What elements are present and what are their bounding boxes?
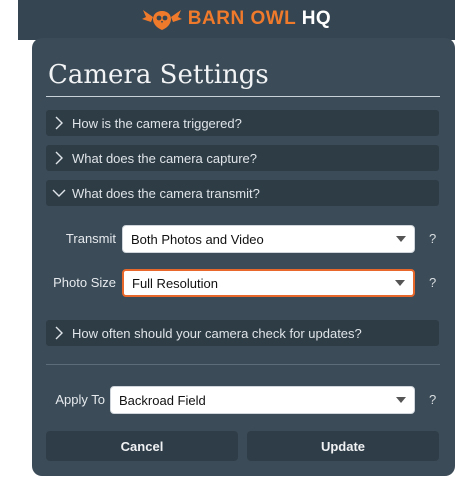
dropdown-arrow-icon <box>396 397 406 403</box>
transmit-row: Transmit Both Photos and Video ? <box>32 225 455 255</box>
brand-logo: BARN OWL HQ <box>18 4 455 34</box>
brand-name-suffix: HQ <box>301 8 332 29</box>
brand-name-main: BARN OWL <box>187 8 296 29</box>
apply-to-select[interactable]: Backroad Field <box>110 386 415 414</box>
brand-name: BARN OWL HQ <box>188 8 331 30</box>
chevron-right-icon <box>46 116 72 130</box>
section-label: How often should your camera check for u… <box>72 325 362 341</box>
dropdown-arrow-icon <box>396 236 406 242</box>
section-trigger[interactable]: How is the camera triggered? <box>46 110 439 136</box>
photo-size-select[interactable]: Full Resolution <box>122 269 415 297</box>
transmit-select[interactable]: Both Photos and Video <box>122 225 415 253</box>
section-divider <box>46 364 440 365</box>
photo-size-label: Photo Size <box>53 275 116 290</box>
transmit-value: Both Photos and Video <box>131 231 264 247</box>
update-button[interactable]: Update <box>247 431 439 461</box>
section-label: How is the camera triggered? <box>72 115 242 131</box>
top-bar: BARN OWL HQ <box>18 0 455 40</box>
camera-settings-dialog: Camera Settings How is the camera trigge… <box>32 38 455 476</box>
section-updates[interactable]: How often should your camera check for u… <box>46 320 439 346</box>
section-transmit[interactable]: What does the camera transmit? <box>46 180 439 206</box>
section-label: What does the camera capture? <box>72 150 257 166</box>
transmit-help-icon[interactable]: ? <box>429 225 436 253</box>
photo-size-value: Full Resolution <box>132 275 218 291</box>
photo-size-row: Photo Size Full Resolution ? <box>32 269 455 299</box>
apply-to-value: Backroad Field <box>119 392 206 408</box>
cancel-button[interactable]: Cancel <box>46 431 238 461</box>
dialog-title: Camera Settings <box>48 60 269 90</box>
section-capture[interactable]: What does the camera capture? <box>46 145 439 171</box>
dropdown-arrow-icon <box>395 280 405 286</box>
apply-to-row: Apply To Backroad Field ? <box>32 386 455 416</box>
chevron-down-icon <box>46 188 72 198</box>
owl-icon <box>141 10 182 30</box>
apply-to-help-icon[interactable]: ? <box>429 386 436 414</box>
chevron-right-icon <box>46 326 72 340</box>
title-divider <box>46 96 440 97</box>
chevron-right-icon <box>46 151 72 165</box>
transmit-label: Transmit <box>65 231 116 246</box>
section-label: What does the camera transmit? <box>72 185 260 201</box>
photo-size-help-icon[interactable]: ? <box>429 269 436 297</box>
apply-to-label: Apply To <box>55 392 105 407</box>
